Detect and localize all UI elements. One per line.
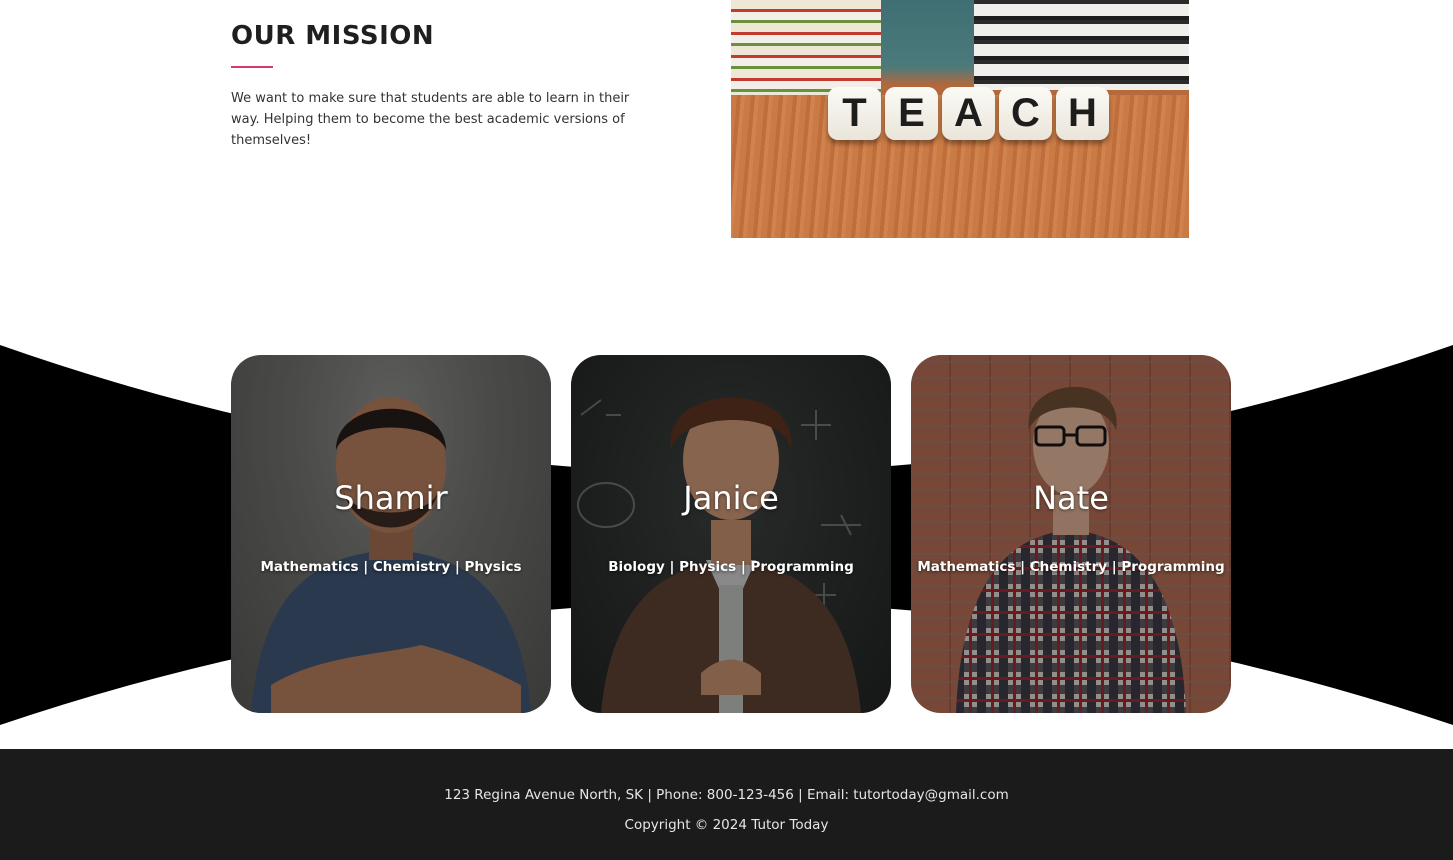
card-overlay [911, 355, 1231, 713]
letter-dice-row: T E A C H [828, 87, 1109, 140]
mission-section: OUR MISSION We want to make sure that st… [0, 0, 1453, 300]
site-footer: 123 Regina Avenue North, SK | Phone: 800… [0, 749, 1453, 860]
tutor-cards: Shamir Mathematics | Chemistry | Physics [231, 355, 1231, 713]
mission-text-block: OUR MISSION We want to make sure that st… [231, 18, 661, 151]
letter-die: A [942, 87, 995, 140]
footer-copyright: Copyright © 2024 Tutor Today [624, 817, 829, 833]
letter-die: H [1056, 87, 1109, 140]
card-overlay [571, 355, 891, 713]
tutor-subjects: Biology | Physics | Programming [608, 559, 854, 575]
tutor-name: Shamir [334, 479, 448, 517]
mission-title: OUR MISSION [231, 21, 435, 51]
letter-die: E [885, 87, 938, 140]
footer-contact-info: 123 Regina Avenue North, SK | Phone: 800… [444, 787, 1009, 803]
teach-dice-image: T E A C H [731, 0, 1189, 238]
page: OUR MISSION We want to make sure that st… [0, 0, 1453, 860]
letter-die: T [828, 87, 881, 140]
mission-title-underline [231, 66, 273, 68]
tutor-name: Janice [683, 479, 779, 517]
tutor-card-janice[interactable]: Janice Biology | Physics | Programming [571, 355, 891, 713]
tutor-card-shamir[interactable]: Shamir Mathematics | Chemistry | Physics [231, 355, 551, 713]
mission-description: We want to make sure that students are a… [231, 91, 630, 148]
tutor-name: Nate [1033, 479, 1109, 517]
book-stack-right [974, 0, 1189, 90]
letter-die: C [999, 87, 1052, 140]
tutor-subjects: Mathematics | Chemistry | Programming [917, 559, 1225, 575]
tutor-card-nate[interactable]: Nate Mathematics | Chemistry | Programmi… [911, 355, 1231, 713]
card-overlay [231, 355, 551, 713]
tutor-subjects: Mathematics | Chemistry | Physics [260, 559, 522, 575]
